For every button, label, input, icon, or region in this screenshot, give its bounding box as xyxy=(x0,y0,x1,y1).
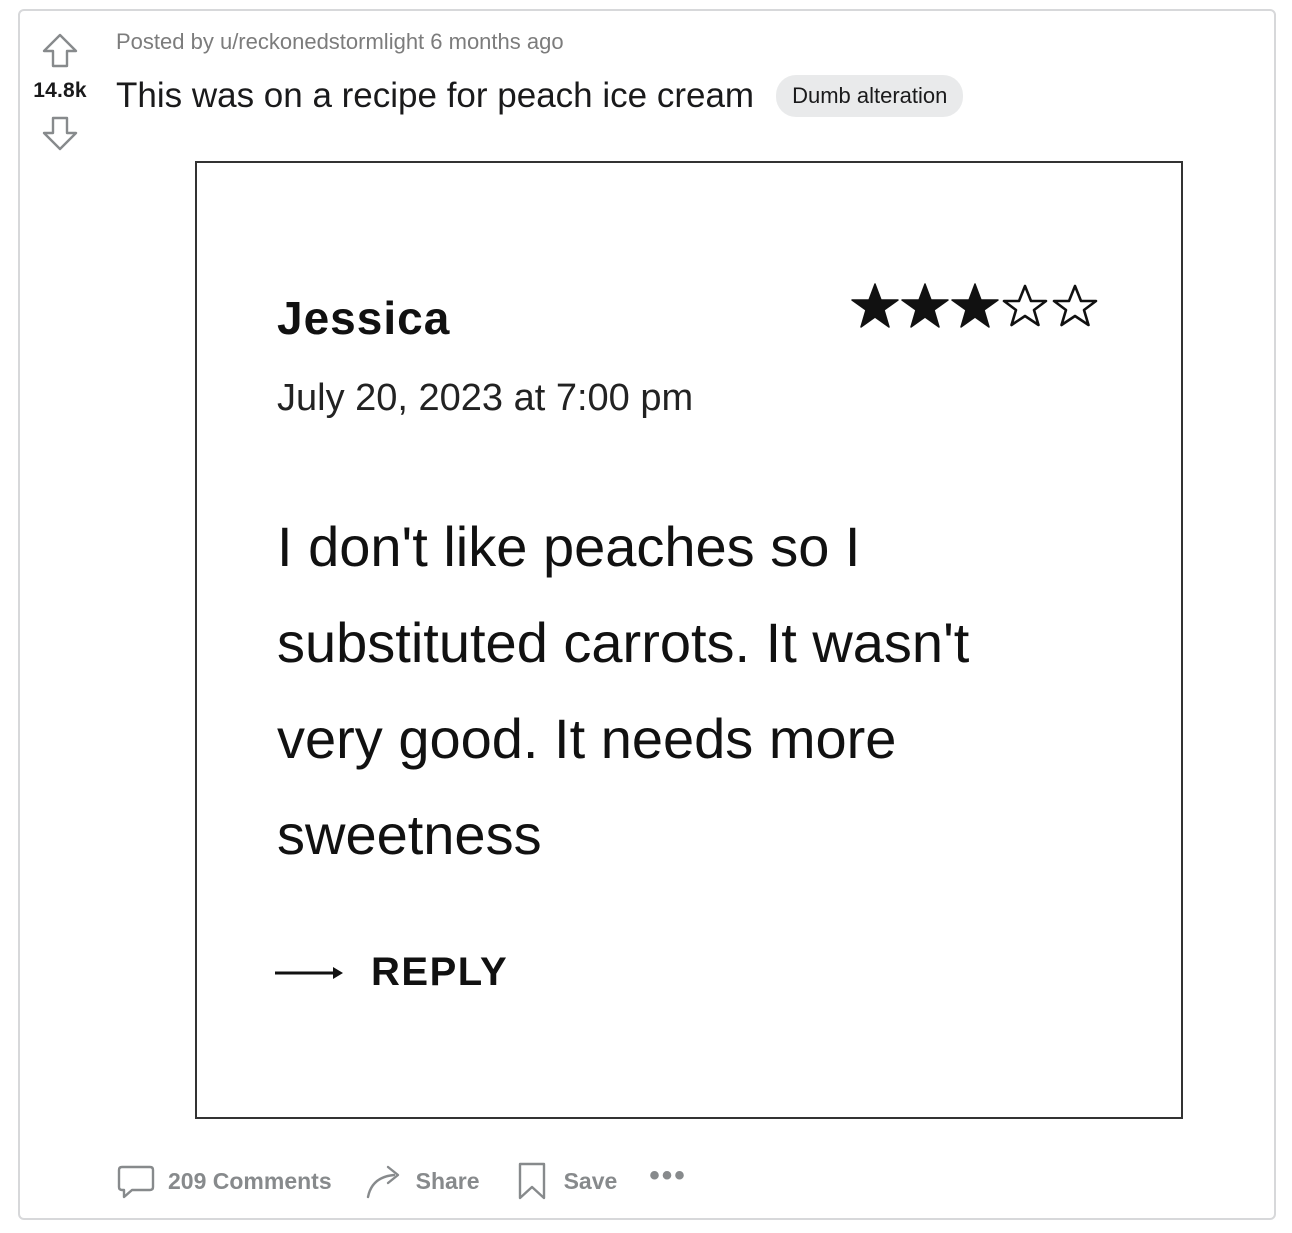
post-flair[interactable]: Dumb alteration xyxy=(776,75,964,117)
star-empty-icon xyxy=(1002,284,1048,327)
arrow-right-icon xyxy=(275,966,343,979)
comment-icon xyxy=(117,1165,155,1199)
reply-label: REPLY xyxy=(371,950,509,994)
review-date: July 20, 2023 at 7:00 pm xyxy=(277,377,694,419)
upvote-icon[interactable] xyxy=(40,31,80,71)
post-meta[interactable]: Posted by u/reckonedstormlight 6 months … xyxy=(116,29,564,55)
title-row: This was on a recipe for peach ice cream… xyxy=(116,75,964,117)
vote-score: 14.8k xyxy=(33,79,87,102)
downvote-icon[interactable] xyxy=(40,113,80,153)
share-icon xyxy=(366,1165,399,1199)
star-filled-icon xyxy=(851,283,899,328)
post-image[interactable]: Jessica July 20, 2023 at 7:00 pm I don't… xyxy=(195,161,1183,1119)
save-label: Save xyxy=(563,1167,618,1194)
comments-button[interactable]: 209 Comments xyxy=(116,1161,332,1201)
save-button[interactable]: Save xyxy=(512,1161,618,1201)
star-filled-icon xyxy=(901,283,949,328)
vote-column: 14.8k xyxy=(20,11,100,153)
star-empty-icon xyxy=(1052,284,1098,327)
review-text: I don't like peaches so I substituted ca… xyxy=(277,515,970,866)
bookmark-icon xyxy=(518,1162,545,1200)
review-author: Jessica xyxy=(277,292,451,344)
share-button[interactable]: Share xyxy=(364,1161,480,1201)
post-title[interactable]: This was on a recipe for peach ice cream xyxy=(116,76,754,116)
more-options-icon[interactable]: ••• xyxy=(649,1159,687,1193)
post-actions: 209 Comments Share Save ••• xyxy=(116,1159,687,1201)
share-label: Share xyxy=(415,1167,480,1194)
reply-link: REPLY xyxy=(275,950,508,995)
comments-label: 209 Comments xyxy=(168,1167,332,1194)
star-rating xyxy=(850,281,1100,331)
star-filled-icon xyxy=(951,283,999,328)
post-card: 14.8k Posted by u/reckonedstormlight 6 m… xyxy=(18,9,1276,1220)
